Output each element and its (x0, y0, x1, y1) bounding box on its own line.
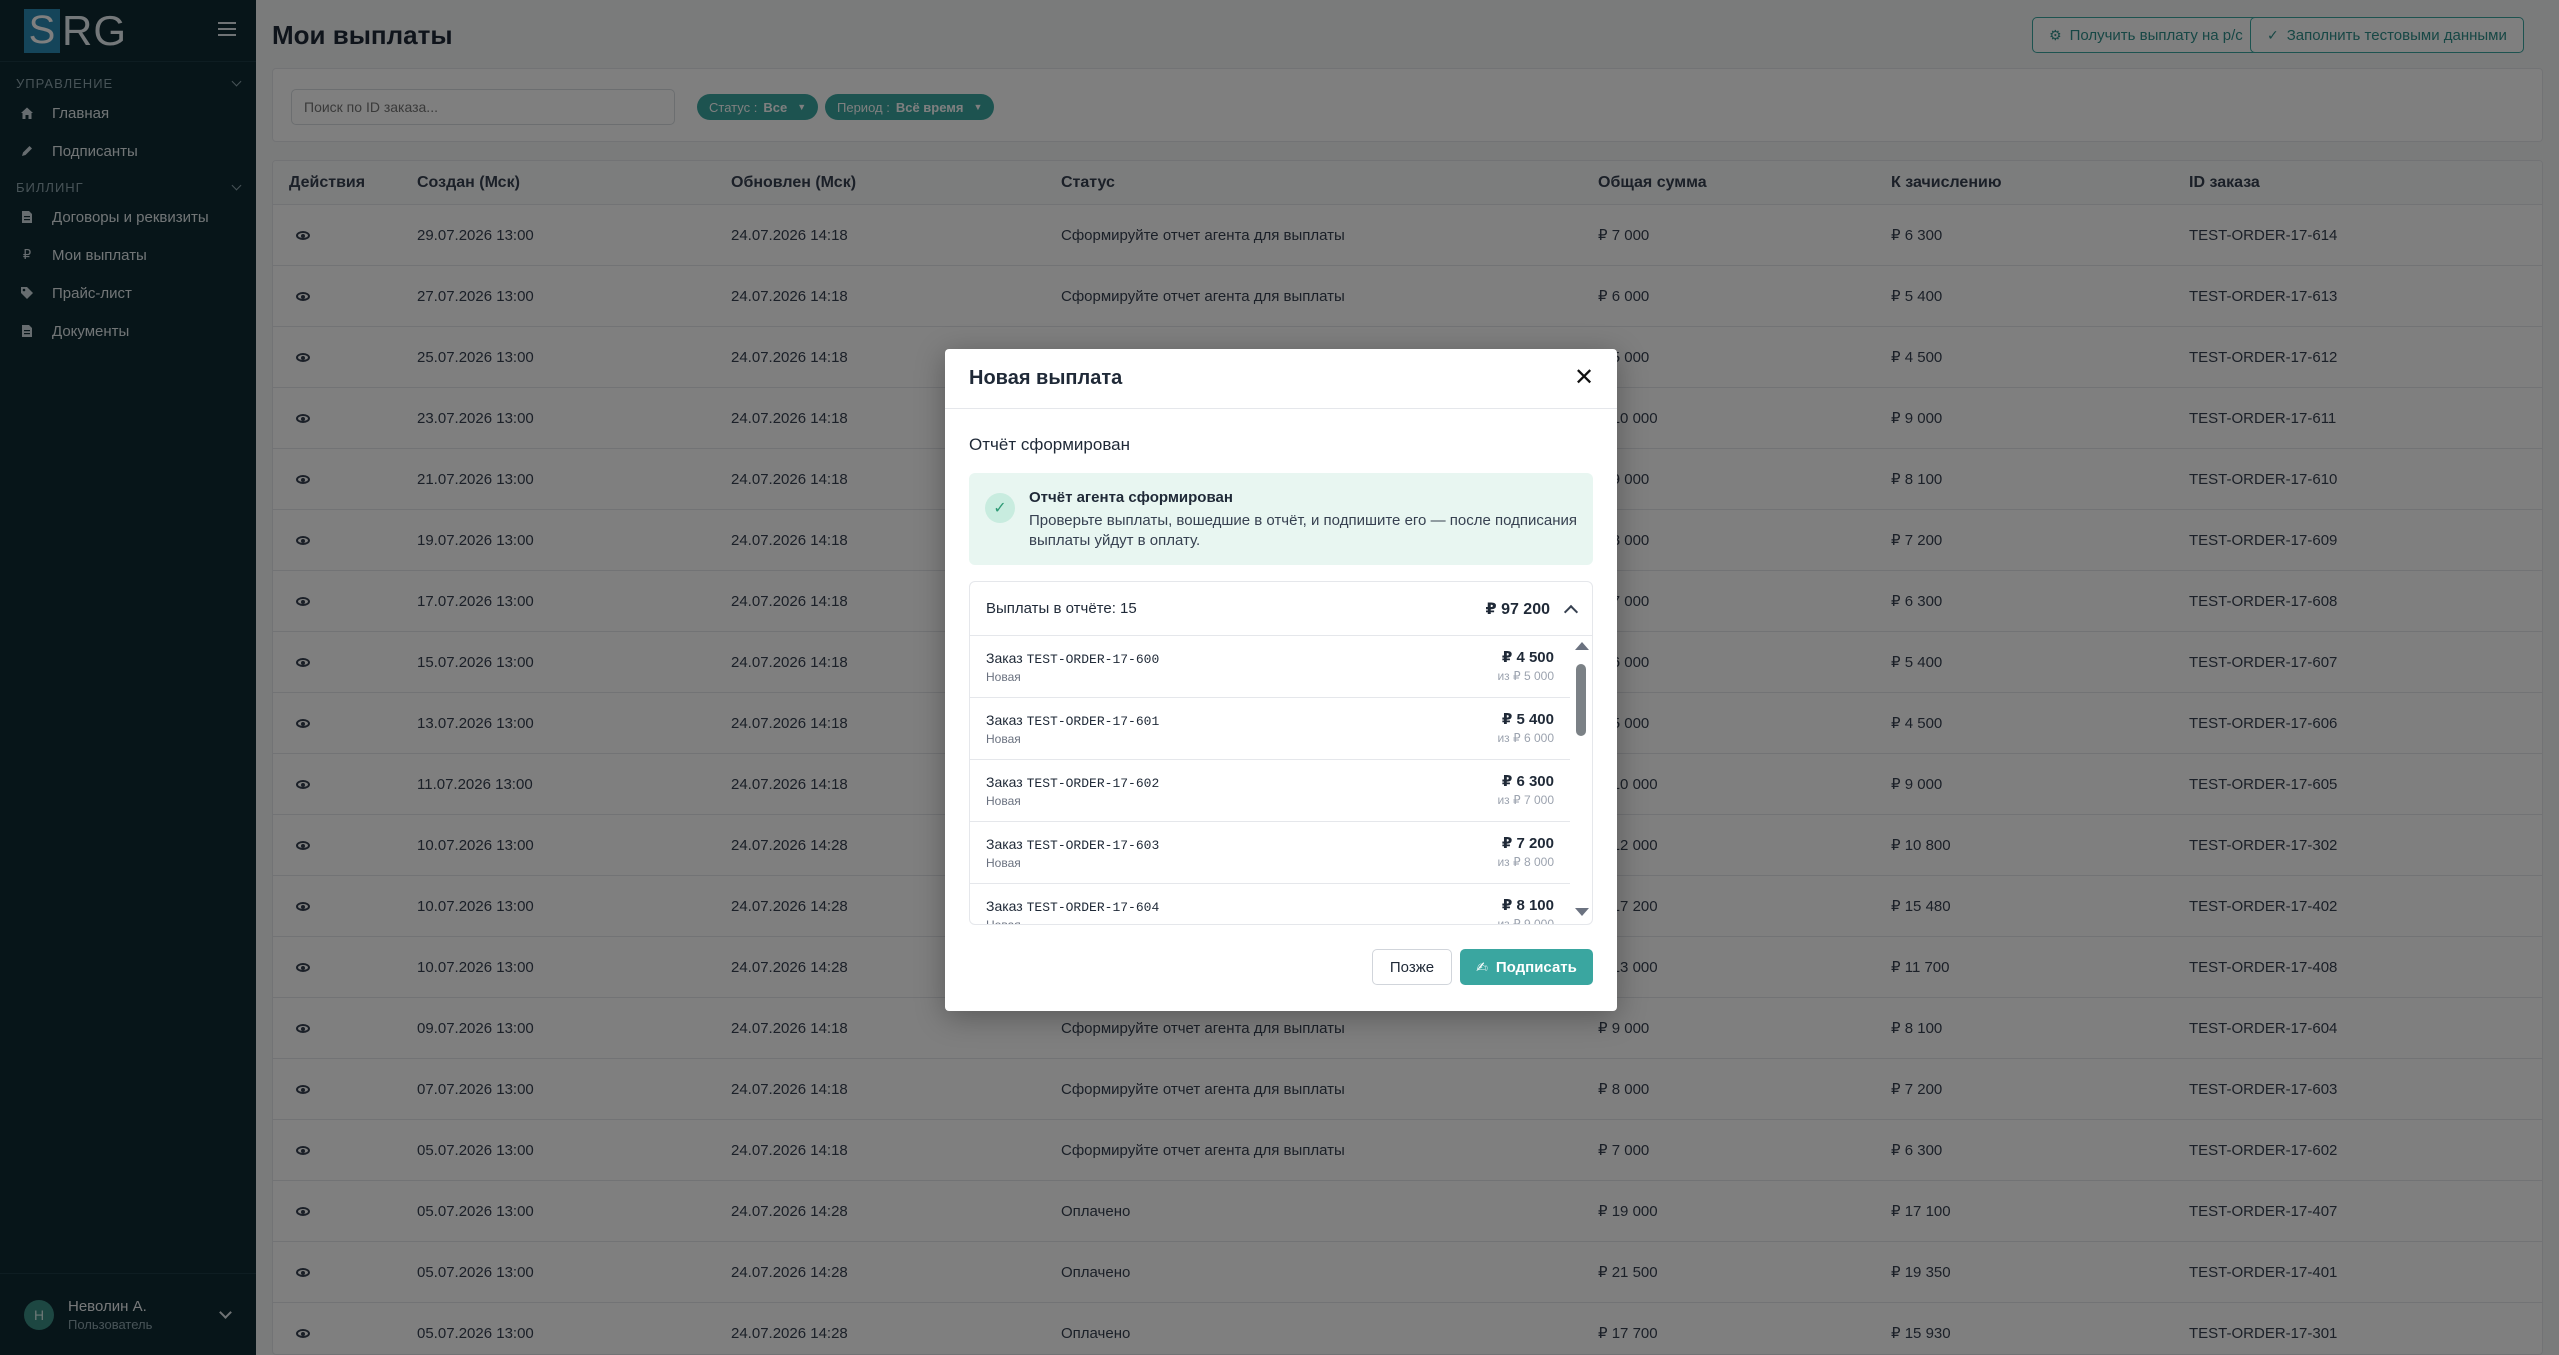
sign-button[interactable]: ✍ Подписать (1460, 949, 1593, 985)
scroll-down-icon[interactable] (1575, 908, 1589, 916)
order-id: TEST-ORDER-17-603 (1026, 838, 1160, 853)
order-status: Новая (986, 856, 1021, 870)
payouts-list-header[interactable]: Выплаты в отчёте: 15 ₽ 97 200 (970, 582, 1592, 636)
payouts-count: Выплаты в отчёте: 15 (986, 600, 1137, 617)
order-from-amount: из ₽ 7 000 (1497, 793, 1554, 807)
modal-header: Новая выплата ✕ (945, 349, 1617, 409)
signature-icon: ✍ (1476, 958, 1488, 975)
order-status: Новая (986, 732, 1021, 746)
order-from-amount: из ₽ 9 000 (1497, 917, 1554, 924)
list-item: Заказ TEST-ORDER-17-600 Новая ₽ 4 500 из ₽ … (970, 636, 1570, 698)
new-payout-modal: Новая выплата ✕ Отчёт сформирован ✓ Отчё… (945, 349, 1617, 1011)
order-name: Заказ TEST-ORDER-17-604 (986, 898, 1159, 915)
order-amount: ₽ 8 100 (1501, 897, 1554, 914)
list-item: Заказ TEST-ORDER-17-602 Новая ₽ 6 300 из ₽ … (970, 760, 1570, 822)
payouts-list-items: Заказ TEST-ORDER-17-600 Новая ₽ 4 500 из ₽ … (970, 636, 1570, 924)
order-amount: ₽ 4 500 (1501, 649, 1554, 666)
order-name: Заказ TEST-ORDER-17-602 (986, 774, 1159, 791)
list-item: Заказ TEST-ORDER-17-603 Новая ₽ 7 200 из ₽ … (970, 822, 1570, 884)
order-prefix: Заказ (986, 650, 1023, 666)
scrollbar[interactable] (1570, 636, 1592, 924)
order-status: Новая (986, 670, 1021, 684)
scroll-up-icon[interactable] (1575, 642, 1589, 650)
alert-title: Отчёт агента сформирован (1029, 489, 1233, 506)
order-id: TEST-ORDER-17-601 (1026, 714, 1160, 729)
order-id: TEST-ORDER-17-600 (1026, 652, 1160, 667)
order-prefix: Заказ (986, 774, 1023, 790)
order-amount: ₽ 6 300 (1501, 773, 1554, 790)
scroll-thumb[interactable] (1576, 664, 1586, 736)
modal-title: Новая выплата (969, 367, 1123, 389)
order-name: Заказ TEST-ORDER-17-600 (986, 650, 1159, 667)
order-prefix: Заказ (986, 712, 1023, 728)
order-from-amount: из ₽ 6 000 (1497, 731, 1554, 745)
order-id: TEST-ORDER-17-604 (1026, 900, 1160, 915)
chevron-up-icon[interactable] (1563, 604, 1579, 619)
order-id: TEST-ORDER-17-602 (1026, 776, 1160, 791)
order-from-amount: из ₽ 5 000 (1497, 669, 1554, 683)
list-item: Заказ TEST-ORDER-17-601 Новая ₽ 5 400 из ₽ … (970, 698, 1570, 760)
order-amount: ₽ 5 400 (1501, 711, 1554, 728)
order-amount: ₽ 7 200 (1501, 835, 1554, 852)
order-status: Новая (986, 794, 1021, 808)
order-prefix: Заказ (986, 898, 1023, 914)
payouts-total: ₽ 97 200 (1485, 600, 1550, 618)
later-button[interactable]: Позже (1372, 949, 1452, 985)
order-name: Заказ TEST-ORDER-17-603 (986, 836, 1159, 853)
list-item: Заказ TEST-ORDER-17-604 Новая ₽ 8 100 из ₽ … (970, 884, 1570, 924)
order-status: Новая (986, 918, 1021, 924)
payouts-list: Выплаты в отчёте: 15 ₽ 97 200 Заказ TEST… (969, 581, 1593, 925)
success-alert: ✓ Отчёт агента сформирован Проверьте вып… (969, 473, 1593, 565)
modal-subtitle: Отчёт сформирован (969, 435, 1131, 454)
alert-text: Проверьте выплаты, вошедшие в отчёт, и п… (1029, 512, 1577, 549)
order-from-amount: из ₽ 8 000 (1497, 855, 1554, 869)
button-label: Подписать (1495, 958, 1577, 976)
close-icon[interactable]: ✕ (1573, 366, 1595, 390)
order-name: Заказ TEST-ORDER-17-601 (986, 712, 1159, 729)
order-prefix: Заказ (986, 836, 1023, 852)
check-circle-icon: ✓ (985, 493, 1015, 523)
